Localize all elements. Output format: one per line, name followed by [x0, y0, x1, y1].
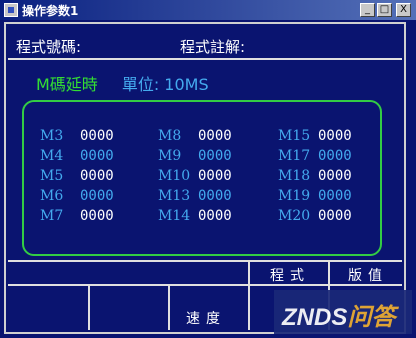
mcode-label: M13	[158, 188, 191, 204]
mcode-label: M4	[40, 148, 64, 164]
mcode-value-field[interactable]: 0000	[318, 128, 352, 144]
mcode-label: M3	[40, 128, 64, 144]
mcode-cell: M17 0000	[278, 148, 352, 164]
mcode-label: M18	[278, 168, 311, 184]
program-number-label: 程式號碼:	[16, 38, 82, 56]
mcode-value-field[interactable]: 0000	[318, 188, 352, 204]
window-title: 操作参数1	[22, 4, 79, 18]
close-button[interactable]: X	[396, 3, 411, 17]
mcode-cell: M19 0000	[278, 188, 352, 204]
mcode-cell: M14 0000	[158, 208, 232, 224]
minimize-button[interactable]: _	[360, 3, 375, 17]
header-row: 程式號碼: 程式註解:	[8, 28, 402, 60]
section-title-row: M碼延時 單位: 10MS	[36, 71, 209, 95]
mcode-cell: M18 0000	[278, 168, 352, 184]
mcode-value-field[interactable]: 0000	[80, 188, 114, 204]
mcode-cell: M15 0000	[278, 128, 352, 144]
client-area: 程式號碼: 程式註解: M碼延時 單位: 10MS M3 0000 M8 0000 M15…	[4, 22, 406, 334]
mcode-cell: M13 0000	[158, 188, 232, 204]
mcode-label: M14	[158, 208, 191, 224]
watermark-logo: ZNDS问答	[274, 290, 412, 334]
mcode-value-field[interactable]: 0000	[80, 128, 114, 144]
mcode-label: M19	[278, 188, 311, 204]
mcode-label: M9	[158, 148, 182, 164]
mcode-cell: M3 0000	[40, 128, 114, 144]
speed-button[interactable]: 速度	[186, 308, 226, 328]
mcode-label: M5	[40, 168, 64, 184]
mcode-label: M20	[278, 208, 311, 224]
mcode-cell: M20 0000	[278, 208, 352, 224]
title-bar[interactable]: 操作参数1 _ □ X	[0, 0, 416, 20]
mcode-cell: M6 0000	[40, 188, 114, 204]
mcode-value-field[interactable]: 0000	[198, 188, 232, 204]
mcode-label: M17	[278, 148, 311, 164]
section-title: M碼延時	[36, 75, 98, 94]
mcode-label: M8	[158, 128, 182, 144]
bottom-divider	[168, 286, 170, 330]
version-button[interactable]: 版值	[348, 265, 388, 285]
mcode-cell: M8 0000	[158, 128, 232, 144]
bottom-divider	[8, 284, 402, 286]
app-icon	[4, 3, 18, 17]
mcode-cell: M9 0000	[158, 148, 232, 164]
mcode-value-field[interactable]: 0000	[198, 168, 232, 184]
mcode-value-field[interactable]: 0000	[318, 208, 352, 224]
mcode-value-field[interactable]: 0000	[318, 148, 352, 164]
unit-label: 單位: 10MS	[121, 75, 209, 94]
mcode-value-field[interactable]: 0000	[80, 148, 114, 164]
mcode-value-field[interactable]: 0000	[198, 148, 232, 164]
mcode-label: M6	[40, 188, 64, 204]
program-button[interactable]: 程式	[270, 265, 310, 285]
mcode-cell: M4 0000	[40, 148, 114, 164]
maximize-button[interactable]: □	[377, 3, 392, 17]
mcode-cell: M7 0000	[40, 208, 114, 224]
mcode-value-field[interactable]: 0000	[198, 128, 232, 144]
mcode-value-field[interactable]: 0000	[198, 208, 232, 224]
mcode-cell: M10 0000	[158, 168, 232, 184]
watermark-brand: ZNDS	[282, 304, 348, 331]
program-note-label: 程式註解:	[180, 38, 246, 56]
bottom-divider	[248, 262, 250, 330]
mcode-value-field[interactable]: 0000	[318, 168, 352, 184]
mcode-value-field[interactable]: 0000	[80, 168, 114, 184]
mcode-label: M7	[40, 208, 64, 224]
mcode-label: M15	[278, 128, 311, 144]
main-window: 操作参数1 _ □ X 程式號碼: 程式註解: M碼延時 單位: 10MS M3 0…	[0, 0, 416, 338]
mcode-cell: M5 0000	[40, 168, 114, 184]
bottom-divider	[88, 286, 90, 330]
mcode-value-field[interactable]: 0000	[80, 208, 114, 224]
watermark-suffix: 问答	[347, 304, 396, 331]
mcode-label: M10	[158, 168, 191, 184]
